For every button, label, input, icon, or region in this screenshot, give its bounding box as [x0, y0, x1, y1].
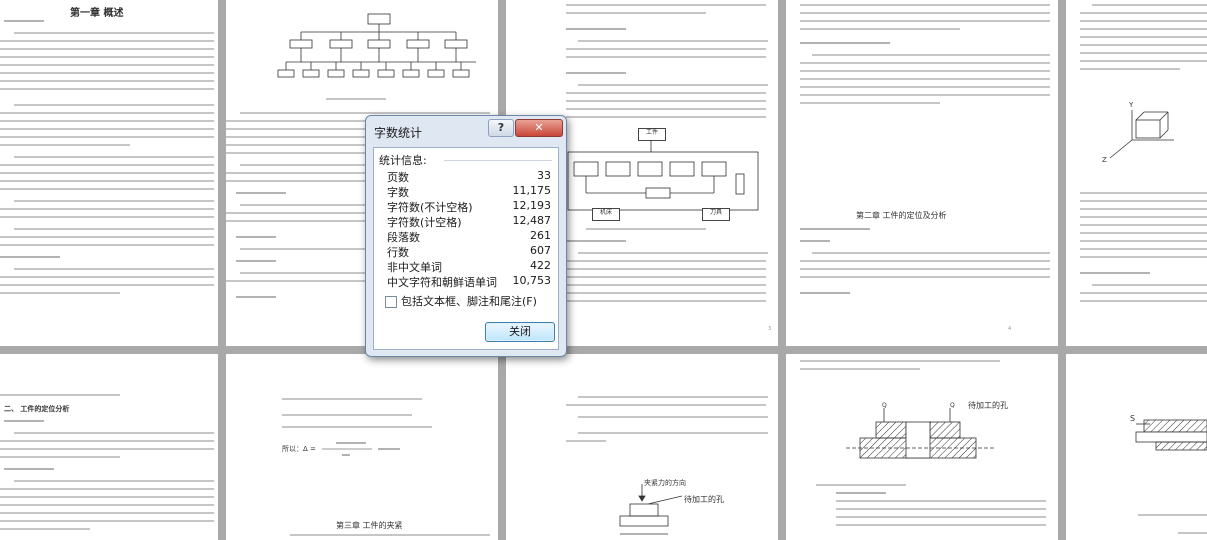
- document-page-4: 第二章 工件的定位及分析 4: [786, 0, 1058, 346]
- stat-value: 261: [530, 229, 551, 242]
- include-textboxes-checkbox[interactable]: [385, 296, 397, 308]
- stat-label: 字数: [387, 186, 409, 199]
- document-page-6: 二、 工件的定位分析: [0, 354, 218, 540]
- dialog-content: 统计信息: 页数 33 字数 11,175 字符数(不计空格) 12,193 字…: [373, 147, 559, 350]
- document-page-1: 第一章 概述: [0, 0, 218, 346]
- svg-text:Z: Z: [1102, 156, 1107, 164]
- stat-row-non-chinese-words: 非中文单词 422: [387, 259, 551, 274]
- formula-text: 所以：Δ =: [282, 445, 316, 453]
- stat-value: 607: [530, 244, 551, 257]
- machine-box: 机床: [592, 208, 620, 221]
- close-icon: ✕: [534, 121, 544, 134]
- word-count-dialog: 字数统计 ? ✕ 统计信息: 页数 33 字数 11,175 字符数(不计空格)…: [365, 115, 567, 357]
- chapter-3-title: 第三章 工件的夹紧: [336, 521, 403, 530]
- document-page-10: S: [1066, 354, 1207, 540]
- stat-row-pages: 页数 33: [387, 169, 551, 184]
- stat-label: 字符数(不计空格): [387, 201, 473, 214]
- stat-value: 33: [537, 169, 551, 182]
- document-page-7: 所以：Δ = 第三章 工件的夹紧: [226, 354, 498, 540]
- dialog-title: 字数统计: [374, 126, 423, 140]
- stat-label: 字符数(计空格): [387, 216, 462, 229]
- stat-value: 12,193: [512, 199, 552, 212]
- stat-value: 11,175: [512, 184, 552, 197]
- dialog-titlebar[interactable]: 字数统计 ? ✕: [366, 116, 566, 146]
- stat-row-lines: 行数 607: [387, 244, 551, 259]
- section-title-positioning: 二、 工件的定位分析: [4, 405, 70, 413]
- stat-label: 行数: [387, 246, 409, 259]
- stat-label: 页数: [387, 171, 409, 184]
- stat-row-chinese-chars: 中文字符和朝鲜语单词 10,753: [387, 274, 551, 289]
- stat-row-chars-with-spaces: 字符数(计空格) 12,487: [387, 214, 551, 229]
- document-page-5: Y Z: [1066, 0, 1207, 346]
- include-textboxes-label[interactable]: 包括文本框、脚注和尾注(F): [401, 293, 537, 309]
- stat-row-paragraphs: 段落数 261: [387, 229, 551, 244]
- axis-cube-diagram: Y Z: [1102, 101, 1174, 164]
- help-button[interactable]: ?: [488, 119, 514, 137]
- tool-box: 刀具: [702, 208, 730, 221]
- statistics-section-label: 统计信息:: [379, 154, 427, 167]
- fixture-section-diagram: [846, 408, 996, 459]
- stat-value: 12,487: [512, 214, 552, 227]
- stat-row-words: 字数 11,175: [387, 184, 551, 199]
- section-divider: [444, 160, 552, 161]
- org-chart-diagram: [277, 13, 476, 78]
- stat-value: 422: [530, 259, 551, 272]
- stat-label: 中文字符和朝鲜语单词: [387, 276, 497, 289]
- stat-label: 非中文单词: [387, 261, 442, 274]
- close-button[interactable]: 关闭: [485, 322, 555, 342]
- fixture-drawing-page10: [1135, 419, 1207, 451]
- svg-text:Y: Y: [1128, 101, 1134, 109]
- chapter-2-title: 第二章 工件的定位及分析: [856, 211, 947, 220]
- close-x-button[interactable]: ✕: [515, 119, 563, 137]
- s-label: S: [1130, 414, 1136, 423]
- clamping-diagram-page8: [619, 484, 683, 535]
- chapter-1-title: 第一章 概述: [70, 8, 124, 19]
- document-page-9: Q Q 待加工的孔: [786, 354, 1058, 540]
- document-page-8: 夹紧力的方向 待加工的孔: [506, 354, 778, 540]
- formula-fraction: [322, 442, 400, 456]
- stat-label: 段落数: [387, 231, 420, 244]
- stat-row-chars-no-spaces: 字符数(不计空格) 12,193: [387, 199, 551, 214]
- stat-value: 10,753: [512, 274, 552, 287]
